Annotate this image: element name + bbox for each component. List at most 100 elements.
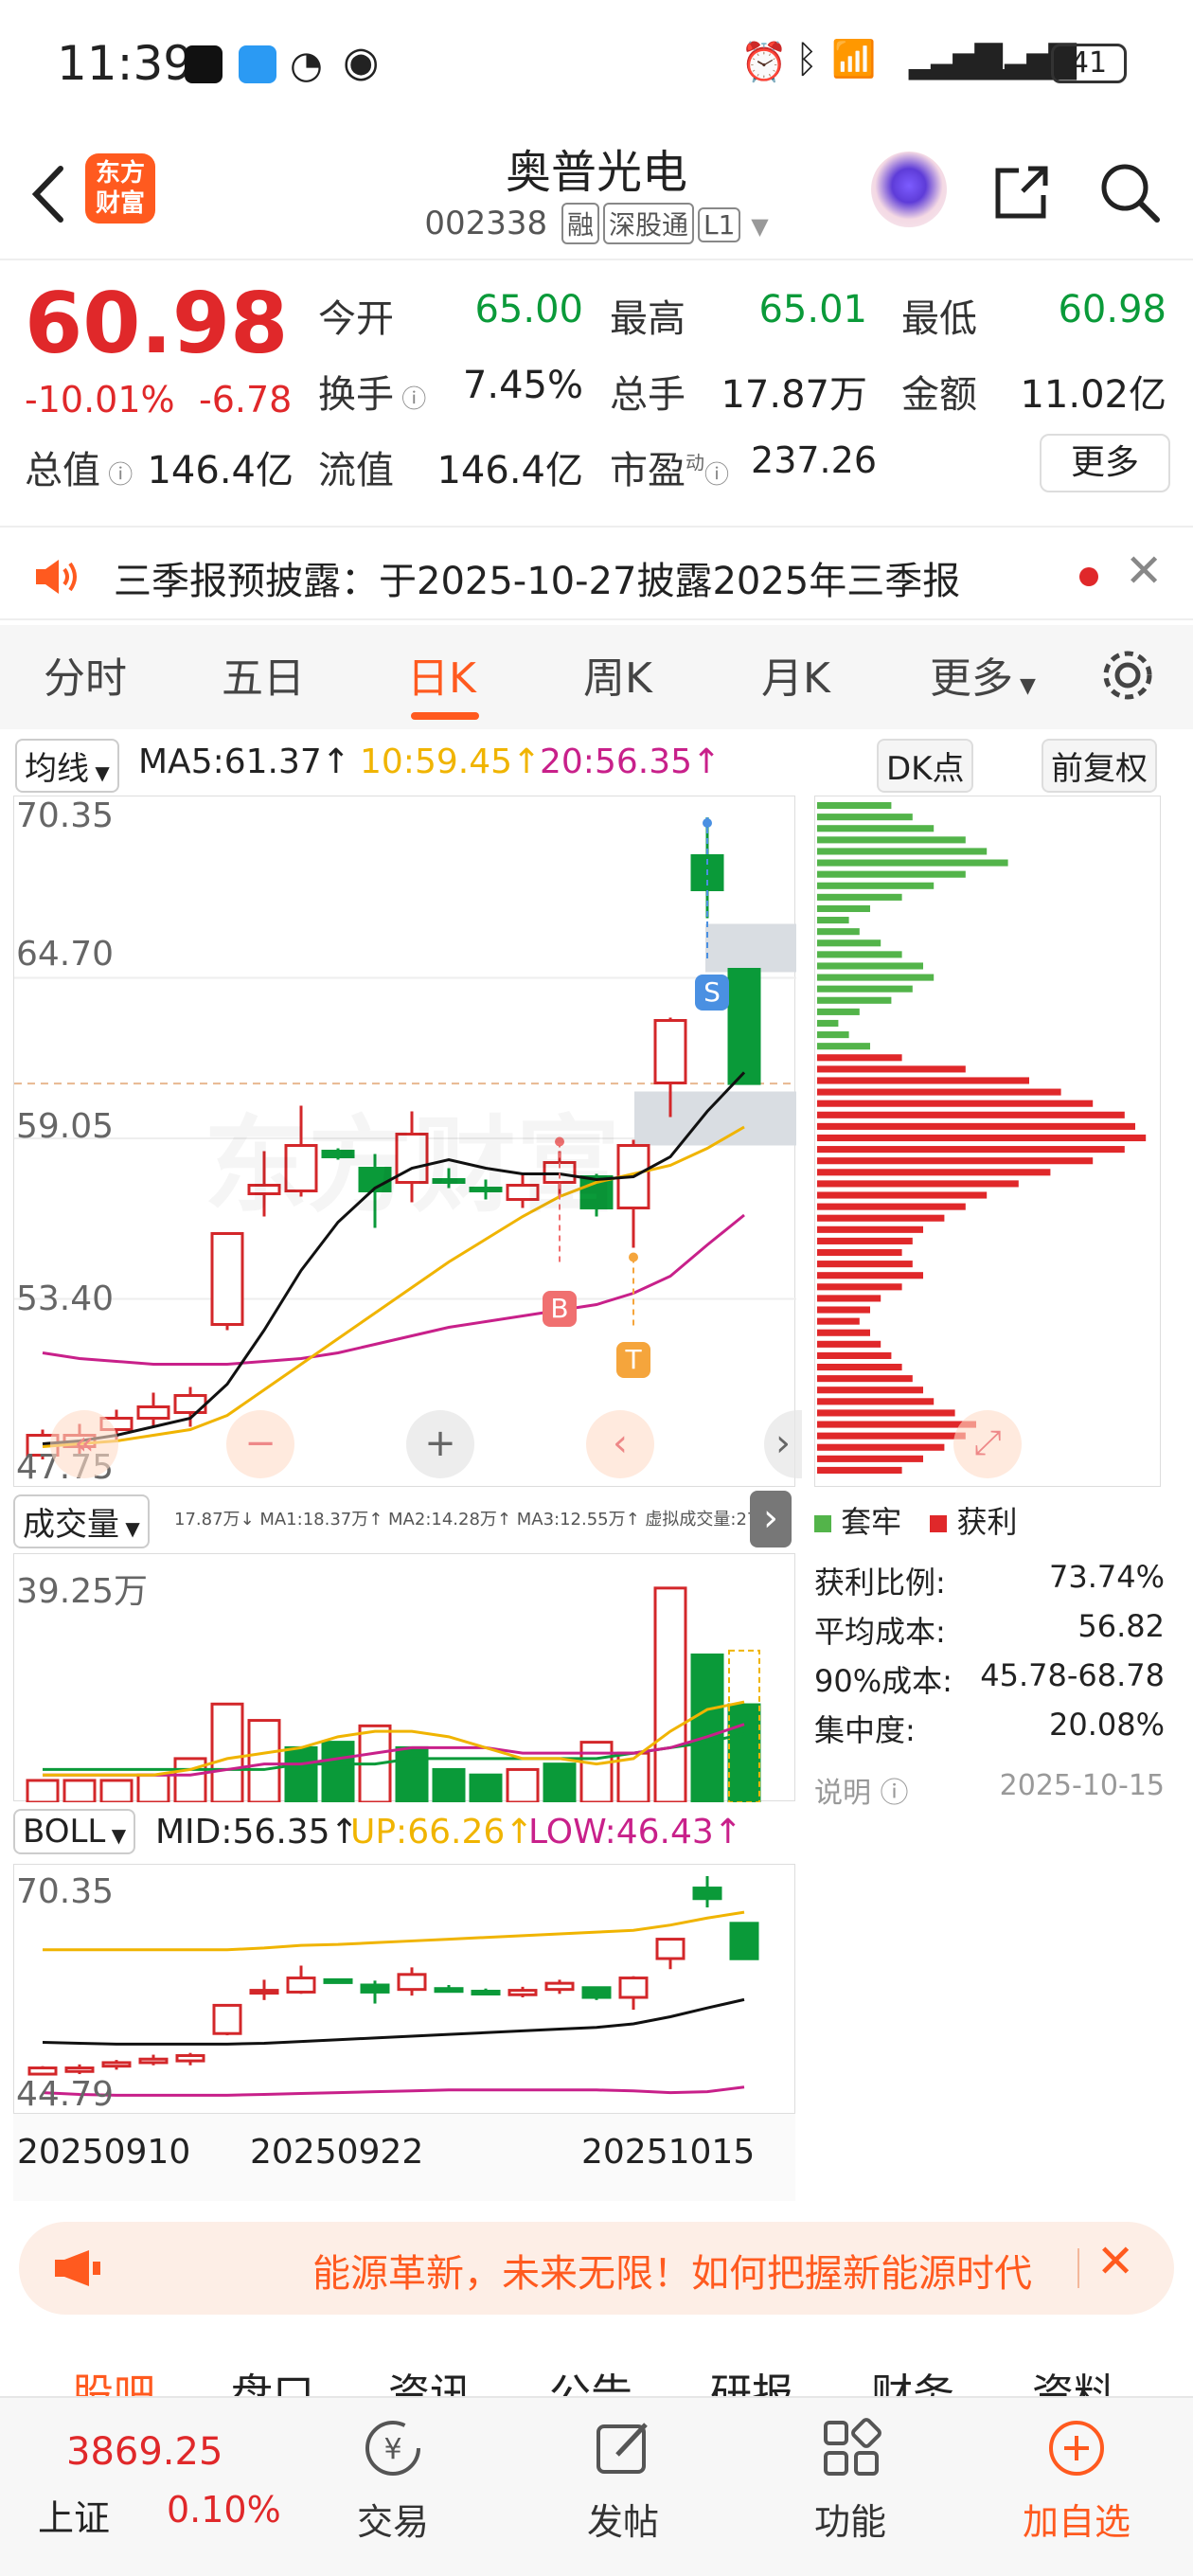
boll-candle-down <box>323 1977 353 1984</box>
chip-bar-profit <box>817 1272 923 1279</box>
post-label[interactable]: 发帖 <box>566 2493 680 2545</box>
message-icon <box>239 45 276 83</box>
y-label-4: 53.40 <box>16 1279 115 1318</box>
chip-bar-profit <box>817 1077 1029 1084</box>
chip-bar-trapped <box>817 848 988 855</box>
close-icon[interactable]: ✕ <box>1125 545 1163 598</box>
date-label-2: 20250922 <box>250 2133 424 2172</box>
tab-daily-k[interactable]: 日K <box>407 644 476 705</box>
sell-marker[interactable]: S <box>695 975 729 1011</box>
tab-guba[interactable]: 股吧 <box>72 2360 155 2396</box>
info-icon[interactable]: ⓘ <box>704 461 729 490</box>
boll-selector[interactable]: BOLL ▼ <box>13 1809 136 1854</box>
buy-marker[interactable]: B <box>543 1291 577 1327</box>
chip-bar-profit <box>817 1283 902 1291</box>
caret-down-icon: ▼ <box>1013 674 1036 698</box>
svg-text:¥: ¥ <box>383 2433 401 2466</box>
volume-selector[interactable]: 成交量 ▼ <box>13 1494 150 1548</box>
chip-bar-profit <box>817 1306 870 1314</box>
info-icon[interactable]: ⓘ <box>100 461 133 490</box>
chip-distribution[interactable]: ⤢ <box>814 796 1161 1487</box>
tab-profile[interactable]: 资料 <box>1032 2360 1115 2396</box>
trade-label[interactable]: 交易 <box>336 2493 450 2545</box>
boll-low: LOW:46.43↑ <box>528 1813 742 1852</box>
more-button[interactable]: 更多 <box>1040 434 1170 492</box>
chip-bar-trapped <box>817 870 966 878</box>
expand-arrow-icon[interactable]: › <box>750 1491 792 1547</box>
post-icon[interactable] <box>593 2417 655 2479</box>
t-marker[interactable]: T <box>616 1342 650 1378</box>
boll-up: UP:66.26↑ <box>350 1813 534 1852</box>
close-icon[interactable]: ✕ <box>1096 2235 1134 2288</box>
boll-candle-up <box>286 1977 316 1994</box>
tab-more[interactable]: 更多 ▼ <box>930 644 1036 705</box>
chip-bar-profit <box>817 1432 966 1440</box>
stat-label: 获利比例: <box>814 1565 946 1601</box>
add-watchlist-icon[interactable] <box>1045 2417 1108 2479</box>
ma10-value: 10:59.45↑ <box>360 742 542 781</box>
caret-down-icon: ▼ <box>105 1824 127 1847</box>
boll-chart[interactable]: 70.35 44.79 <box>13 1864 795 2114</box>
chip-bar-trapped <box>817 985 913 993</box>
stat-value: 45.78-68.78 <box>980 1657 1165 1693</box>
profit-label: 获利 <box>956 1504 1018 1540</box>
chip-bar-profit <box>817 1398 935 1405</box>
ma-selector[interactable]: 均线 ▼ <box>15 739 119 793</box>
high-value: 65.01 <box>758 288 867 331</box>
boll-candle-up <box>138 2057 169 2065</box>
kline-chart[interactable]: 70.35 64.70 59.05 53.40 47.75 东方财富 S B T… <box>13 796 802 1487</box>
scroll-left-button[interactable]: ‹ <box>586 1410 654 1478</box>
search-icon[interactable] <box>1096 159 1163 225</box>
boll-selector-label: BOLL <box>23 1813 106 1851</box>
settings-gear-icon[interactable] <box>1098 646 1157 705</box>
trade-icon[interactable]: ¥ <box>362 2417 424 2479</box>
tab-five-day[interactable]: 五日 <box>222 644 305 705</box>
share-icon[interactable] <box>990 161 1053 224</box>
tab-news[interactable]: 资讯 <box>388 2360 472 2396</box>
profit-swatch <box>930 1515 948 1532</box>
tag-connect: 深股通 <box>602 203 694 244</box>
chip-bar-trapped <box>817 859 1008 867</box>
adjust-button[interactable]: 前复权 <box>1042 739 1157 793</box>
boll-mid-line <box>42 1997 745 2046</box>
stat-label: 集中度: <box>814 1712 916 1748</box>
tab-order-book[interactable]: 盘口 <box>231 2360 314 2396</box>
chip-bar-profit <box>817 1386 923 1394</box>
tab-finance[interactable]: 财务 <box>871 2360 954 2396</box>
low-value: 60.98 <box>1058 288 1166 331</box>
volume-bar-up <box>210 1702 244 1804</box>
add-watchlist-label[interactable]: 加自选 <box>1009 2493 1144 2545</box>
chip-bar-profit <box>817 1237 913 1244</box>
douyin-icon <box>185 45 223 83</box>
tab-monthly-k[interactable]: 月K <box>761 644 830 705</box>
scroll-left-fast-button[interactable]: « <box>50 1410 118 1478</box>
zoom-out-button[interactable]: − <box>226 1410 294 1478</box>
gap-zone-upper <box>705 923 796 973</box>
dk-point-button[interactable]: DK点 <box>877 739 974 793</box>
tab-announcements[interactable]: 公告 <box>549 2360 632 2396</box>
boll-svg <box>27 1876 759 2097</box>
ad-banner[interactable]: 能源革新，未来无限！如何把握新能源时代 ✕ <box>19 2222 1174 2315</box>
volume-chart[interactable]: 39.25万 <box>13 1553 795 1804</box>
index-value[interactable]: 3869.25 <box>66 2430 223 2474</box>
boll-candle-down <box>360 1983 390 1994</box>
chip-note[interactable]: 说明 ⓘ 2025-10-15 <box>814 1769 1165 1811</box>
chip-bar-profit <box>817 1261 913 1268</box>
date-axis: 20250910 20250922 20251015 <box>13 2114 795 2201</box>
chip-bar-trapped <box>817 1031 849 1039</box>
y-label-top: 70.35 <box>16 796 115 835</box>
notice-bar[interactable]: 三季报预披露：于2025-10-27披露2025年三季报 ✕ <box>0 526 1193 620</box>
chevron-down-icon[interactable]: ▼ <box>751 213 768 240</box>
expand-icon[interactable]: ⤢ <box>953 1410 1022 1478</box>
tab-research[interactable]: 研报 <box>710 2360 793 2396</box>
assistant-avatar[interactable] <box>871 152 947 227</box>
functions-icon[interactable] <box>820 2417 882 2479</box>
zoom-in-button[interactable]: + <box>406 1410 474 1478</box>
chip-bar-profit <box>817 1340 881 1348</box>
functions-label[interactable]: 功能 <box>793 2493 907 2545</box>
chip-date: 2025-10-15 <box>999 1769 1165 1802</box>
tab-weekly-k[interactable]: 周K <box>583 644 652 705</box>
tab-intraday[interactable]: 分时 <box>44 644 127 705</box>
stock-code: 002338 <box>424 205 548 242</box>
amount-value: 11.02亿 <box>1020 373 1166 417</box>
